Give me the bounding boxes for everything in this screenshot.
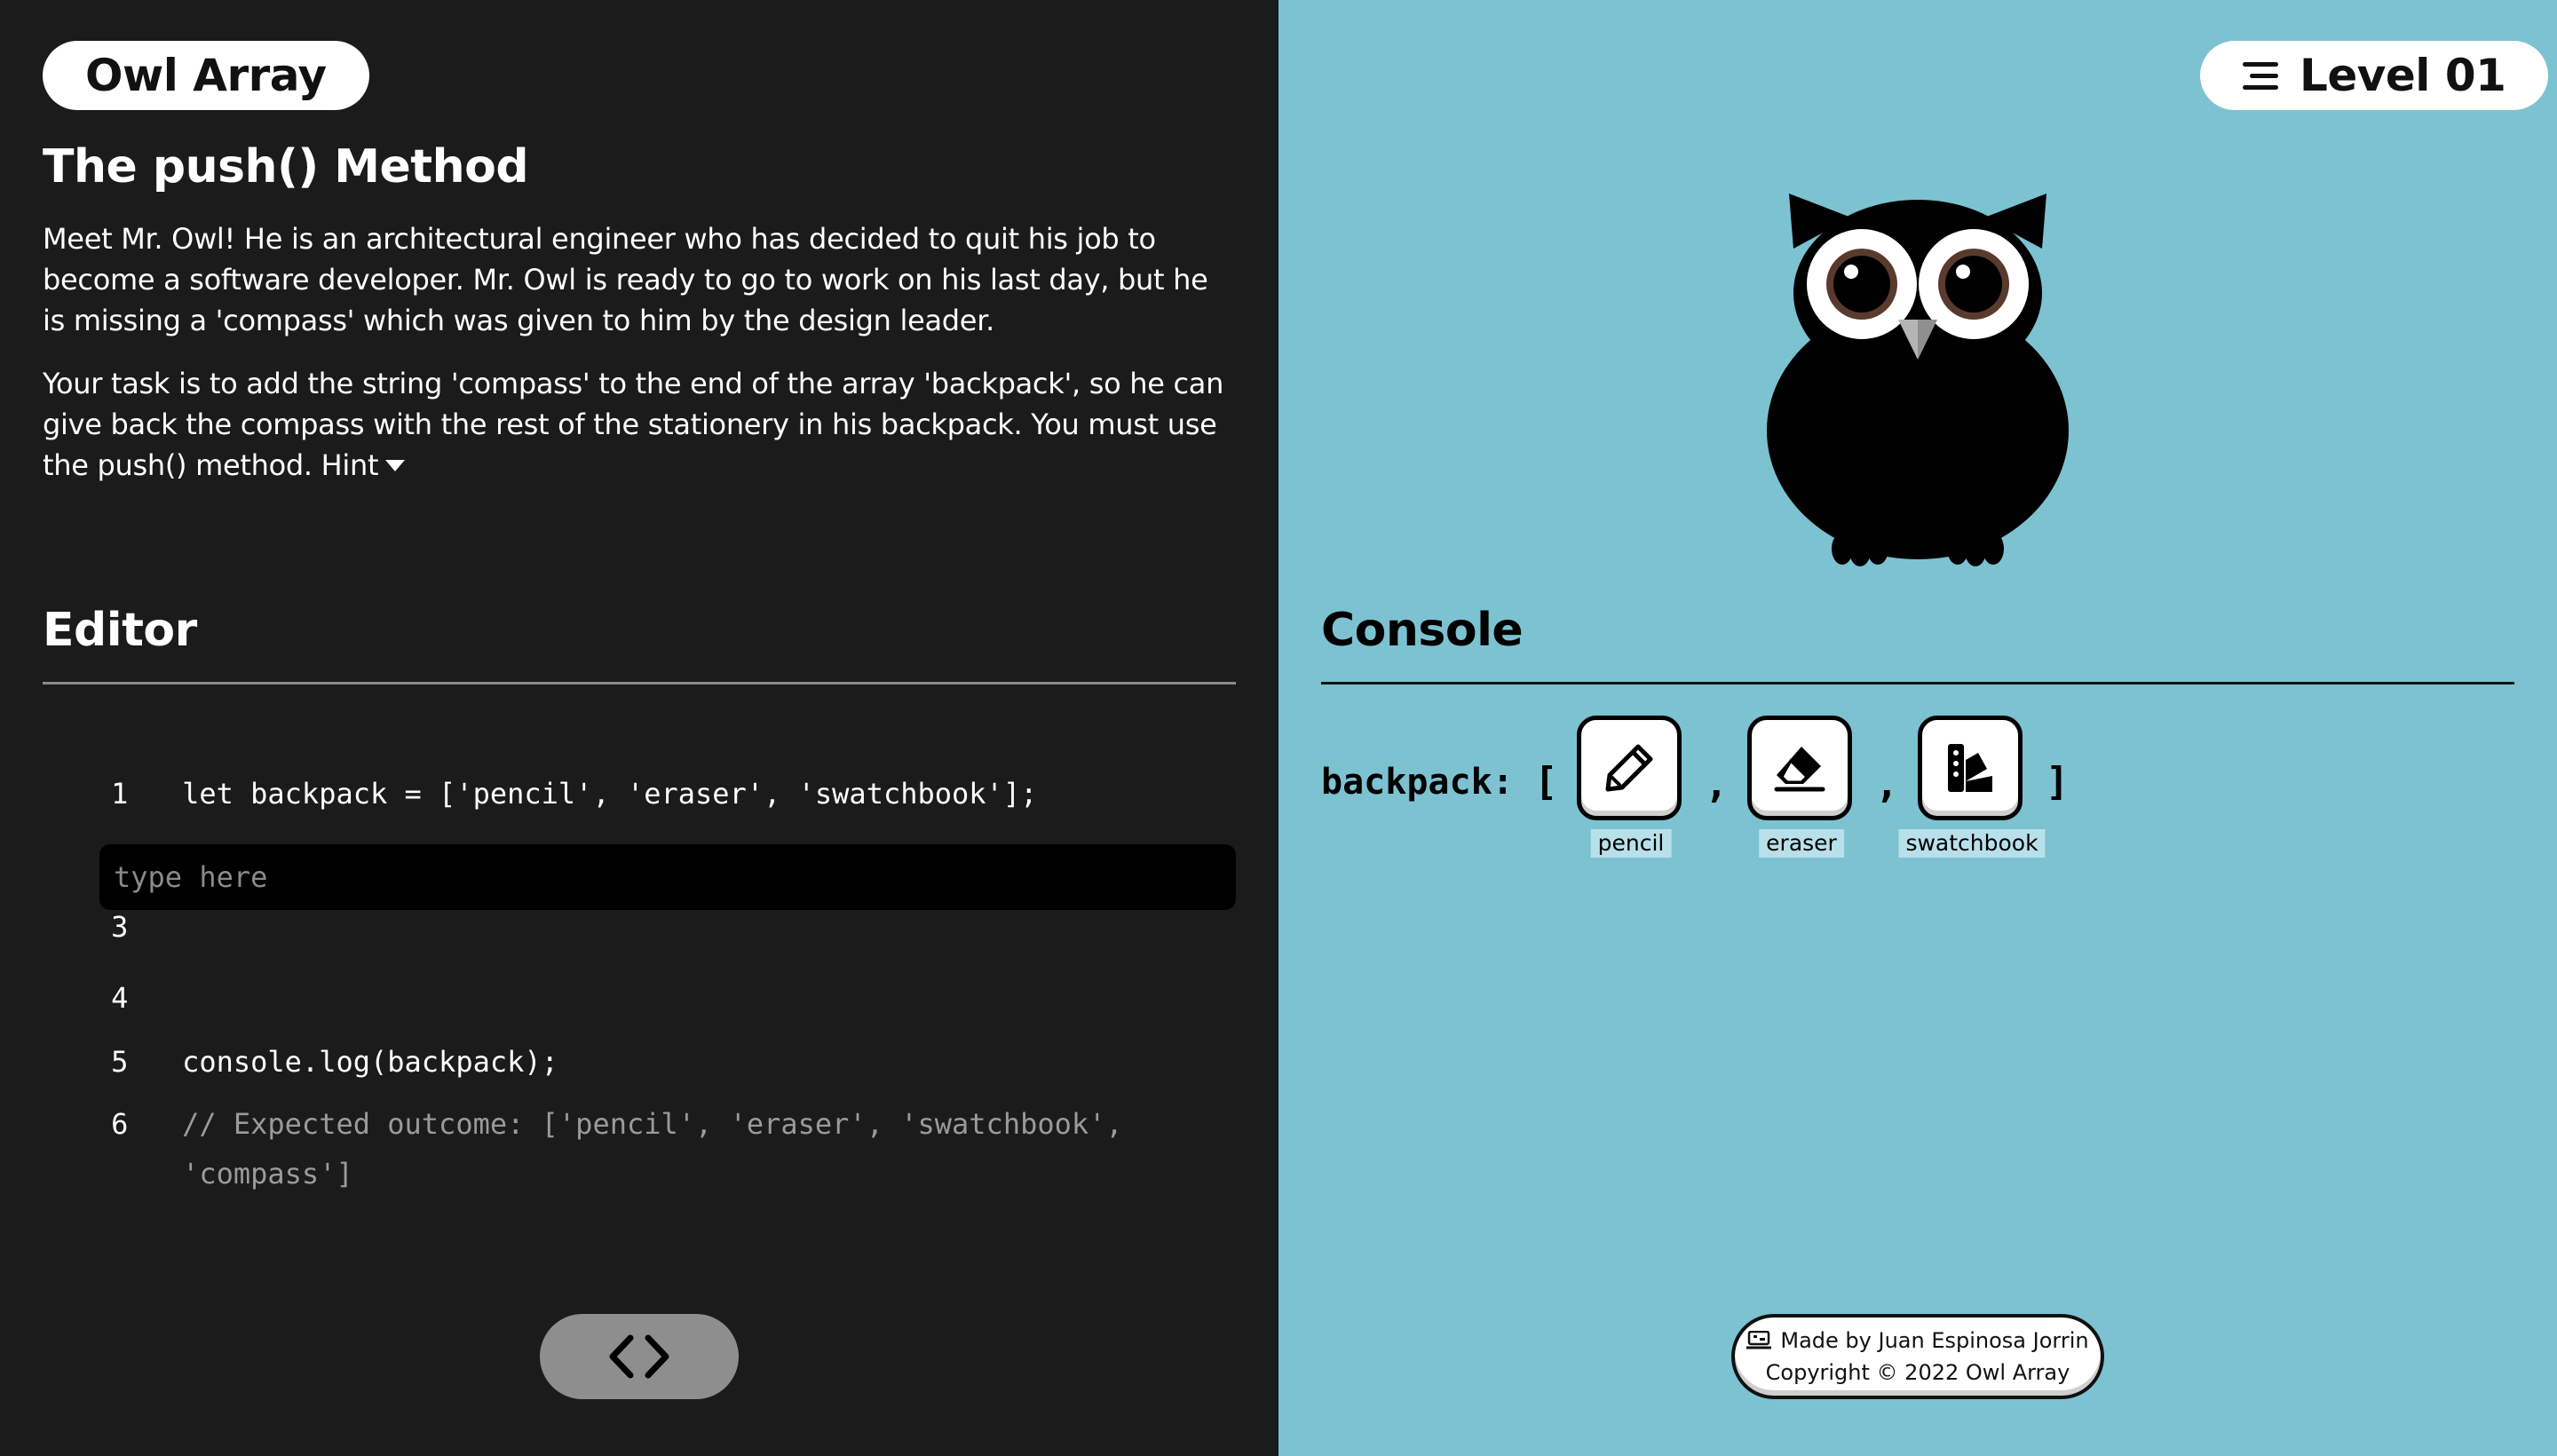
console-divider — [1321, 682, 2514, 684]
editor-divider — [43, 682, 1236, 684]
credit-author-row: Made by Juan Espinosa Jorrin — [1746, 1325, 2089, 1357]
eraser-icon — [1774, 747, 1825, 792]
lesson-panel: Owl Array The push() Method Meet Mr. Owl… — [0, 0, 1278, 1456]
open-bracket: [ — [1534, 759, 1558, 804]
menu-icon — [2243, 62, 2278, 90]
console-heading: Console — [1321, 604, 1524, 657]
credit-badge[interactable]: Made by Juan Espinosa Jorrin Copyright ©… — [1731, 1314, 2104, 1399]
copyright-text: Copyright © 2022 Owl Array — [1765, 1360, 2070, 1385]
code-icon — [609, 1334, 669, 1379]
hint-toggle[interactable]: Hint — [321, 445, 406, 486]
code-comment: 'compass'] — [182, 1157, 353, 1191]
lesson-paragraph-2: Your task is to add the string 'compass'… — [43, 363, 1236, 486]
swatchbook-icon — [1948, 744, 1992, 792]
array-item-label: eraser — [1759, 829, 1844, 858]
code-text: let backpack = ['pencil', 'eraser', 'swa… — [182, 777, 1038, 811]
lesson-title: The push() Method — [43, 140, 529, 194]
array-item-swatchbook[interactable] — [1918, 716, 2023, 820]
array-item-eraser[interactable] — [1747, 716, 1852, 820]
level-menu-button[interactable]: Level 01 — [2200, 41, 2549, 110]
array-item-pencil[interactable] — [1577, 716, 1682, 820]
owl-illustration — [1767, 194, 2069, 566]
credit-author: Made by Juan Espinosa Jorrin — [1780, 1328, 2089, 1353]
code-input[interactable] — [99, 844, 1236, 910]
array-item-label: pencil — [1590, 829, 1672, 858]
lesson-paragraph-1: Meet Mr. Owl! He is an architectural eng… — [43, 222, 1208, 337]
toggle-code-button[interactable] — [540, 1314, 739, 1399]
laptop-icon — [1746, 1331, 1772, 1349]
app-logo[interactable]: Owl Array — [43, 41, 369, 110]
caret-down-icon — [385, 459, 406, 471]
level-label: Level 01 — [2300, 50, 2506, 101]
array-item-label: swatchbook — [1898, 829, 2046, 858]
editor-heading: Editor — [43, 604, 197, 657]
hint-label: Hint — [321, 448, 379, 482]
separator: , — [1875, 762, 1899, 807]
array-name: backpack: — [1321, 762, 1514, 803]
close-bracket: ] — [2046, 759, 2070, 804]
pencil-icon — [1605, 744, 1653, 792]
separator: , — [1705, 762, 1729, 807]
code-line-6-wrap: 'compass'] — [43, 1099, 353, 1248]
lesson-paragraph-2-text: Your task is to add the string 'compass'… — [43, 367, 1224, 482]
